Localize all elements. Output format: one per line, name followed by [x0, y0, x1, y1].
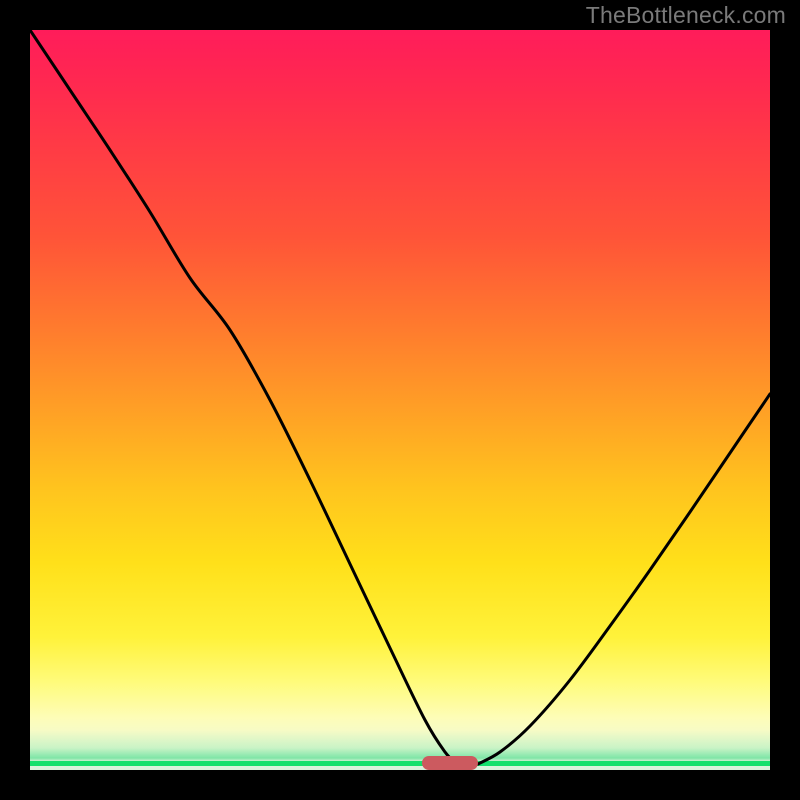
- chart-frame: TheBottleneck.com: [0, 0, 800, 800]
- curve-svg: [30, 30, 770, 770]
- watermark-text: TheBottleneck.com: [586, 2, 786, 29]
- optimal-marker-pill: [422, 756, 478, 770]
- plot-area: [30, 30, 770, 770]
- bottleneck-curve-right: [478, 394, 770, 764]
- bottleneck-curve-left: [30, 30, 457, 764]
